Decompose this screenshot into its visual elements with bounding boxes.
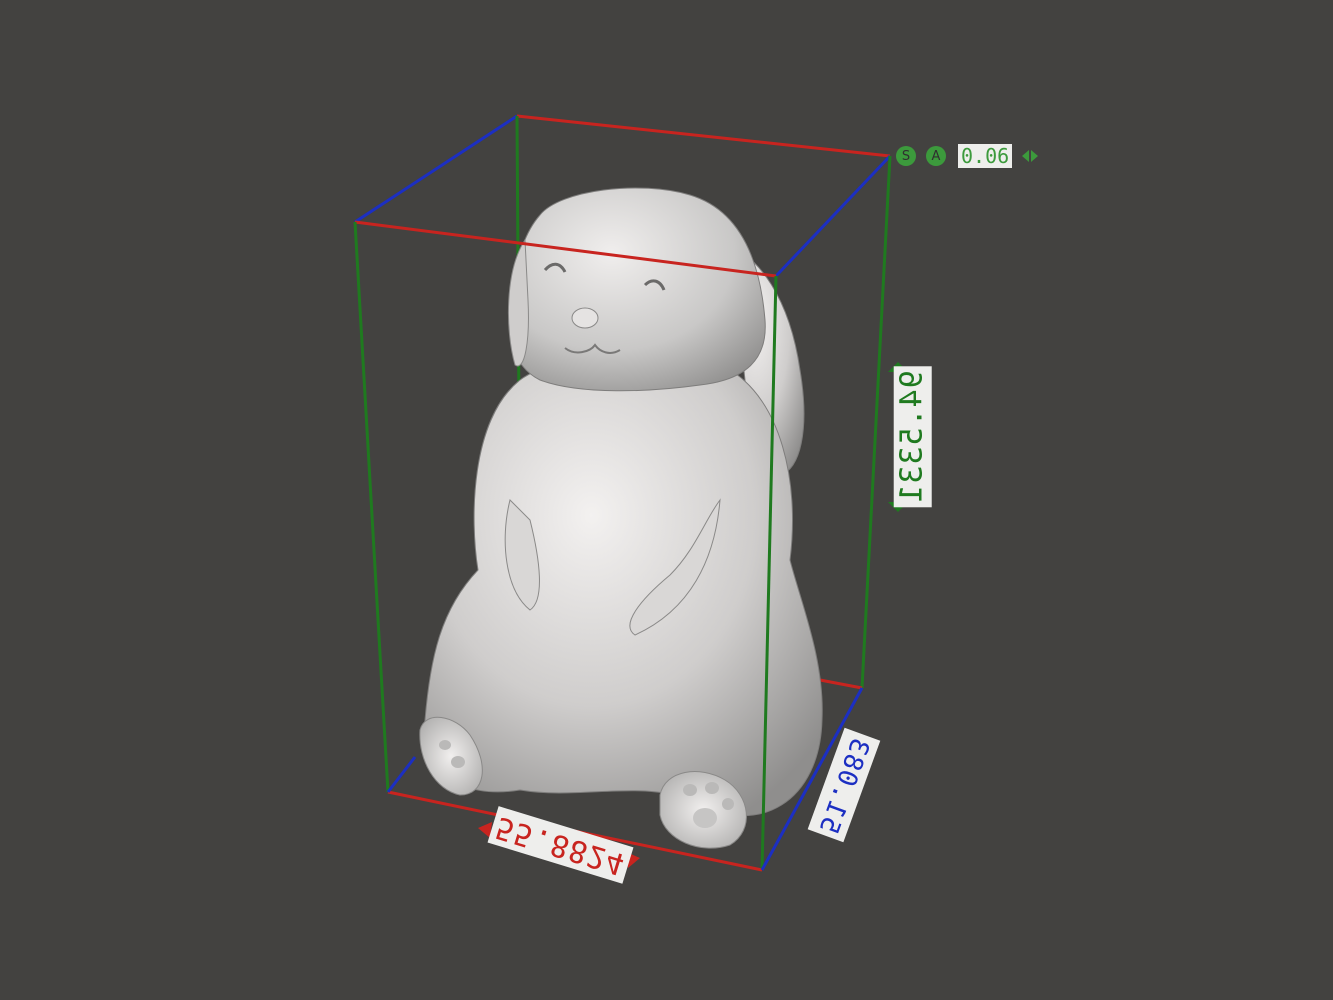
- snap-s-button[interactable]: S: [896, 146, 916, 166]
- snap-controls: S A 0.06: [896, 143, 1039, 169]
- dimension-y-label[interactable]: 94.5331: [893, 366, 932, 508]
- 3d-viewport[interactable]: 55.8824 94.5331 51.083 S A 0.06: [0, 0, 1333, 1000]
- nose: [571, 307, 599, 329]
- snap-value-field[interactable]: 0.06: [958, 144, 1013, 168]
- scene-canvas[interactable]: [0, 0, 1333, 1000]
- triangle-right-icon[interactable]: [1031, 150, 1039, 162]
- bunny-model[interactable]: [419, 187, 823, 849]
- snap-stepper: [1022, 150, 1039, 162]
- snap-a-button[interactable]: A: [926, 146, 946, 166]
- triangle-left-icon[interactable]: [1022, 150, 1030, 162]
